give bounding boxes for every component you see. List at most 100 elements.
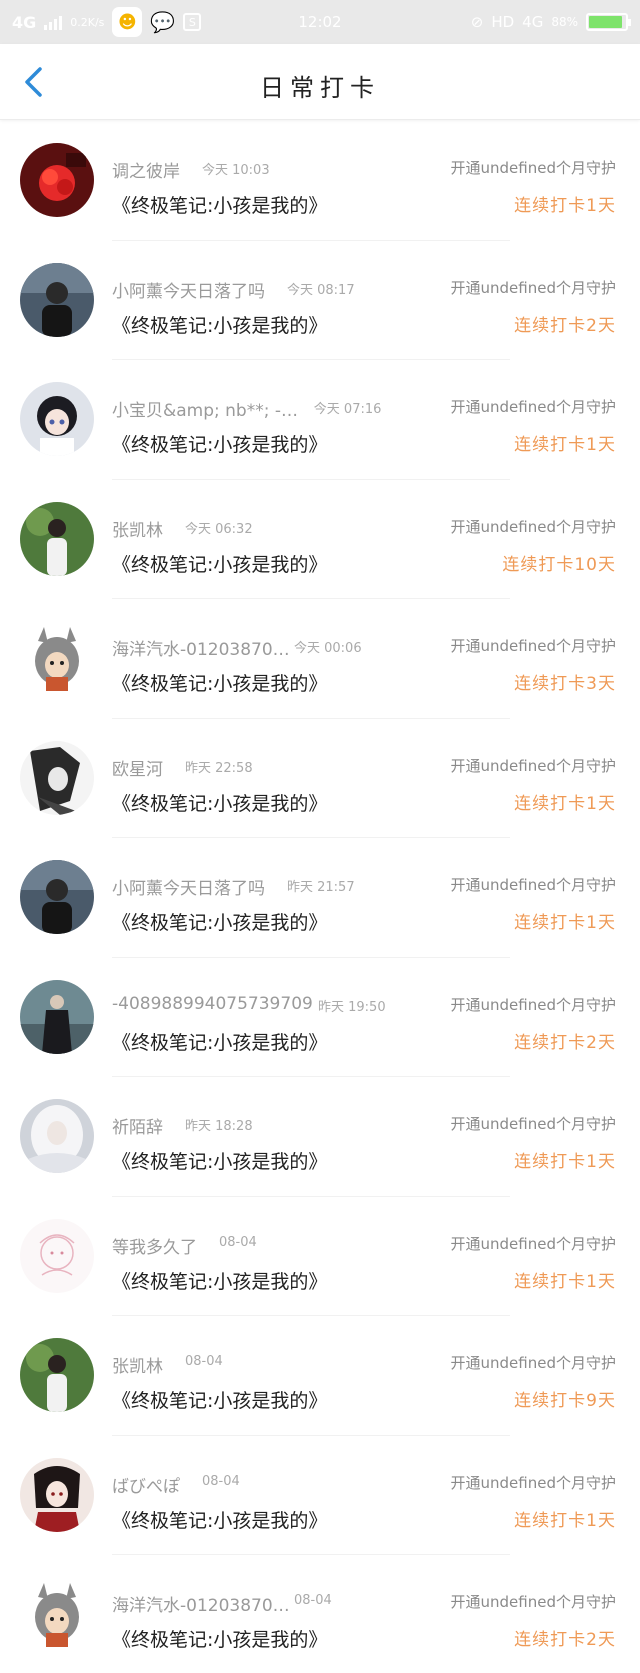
avatar[interactable] (20, 1099, 94, 1173)
avatar[interactable] (20, 860, 94, 934)
hd-indicator: HD (491, 13, 515, 31)
streak-badge: 连续打卡10天 (502, 554, 616, 575)
checkin-time: 08-04 (219, 1234, 257, 1250)
checkin-time: 昨天 19:50 (318, 999, 386, 1015)
checkin-time: 今天 00:06 (294, 641, 362, 656)
checkin-time: 昨天 21:57 (287, 880, 355, 895)
book-title: 《终极笔记:小孩是我的》 (112, 434, 328, 456)
streak-badge: 连续打卡1天 (514, 793, 616, 814)
streak-badge: 连续打卡1天 (514, 1152, 616, 1172)
username[interactable]: 调之彼岸 (112, 157, 180, 182)
app-notification-icon: ☻ (112, 7, 143, 37)
guard-status: 开通undefined个月守护 (450, 1354, 616, 1372)
list-item[interactable]: ばびぺぽ 08-04 《终极笔记:小孩是我的》 开通undefined个月守护 连续打卡… (0, 1436, 640, 1556)
checkin-time: 今天 08:17 (287, 282, 355, 298)
book-title: 《终极笔记:小孩是我的》 (112, 1629, 328, 1651)
avatar[interactable] (20, 1218, 94, 1293)
book-title: 《终极笔记:小孩是我的》 (112, 1390, 328, 1412)
avatar[interactable] (20, 1338, 94, 1412)
username[interactable]: 小阿薰今天日落了吗 (112, 874, 265, 899)
status-bar: 4G 0.2K/s ☻ 💬 S 12:02 ⊘ HD 4G 88% (0, 0, 640, 44)
checkin-time: 今天 10:03 (202, 163, 270, 178)
username[interactable]: 小阿薰今天日落了吗 (112, 277, 265, 302)
avatar[interactable] (20, 621, 94, 695)
checkin-time: 昨天 18:28 (185, 1119, 253, 1134)
book-title: 《终极笔记:小孩是我的》 (112, 792, 328, 815)
network-indicator: 4G (12, 12, 37, 32)
checkin-time: 昨天 22:58 (185, 760, 253, 776)
username[interactable]: ばびぺぽ (112, 1472, 180, 1497)
guard-status: 开通undefined个月守护 (450, 637, 616, 655)
list-item[interactable]: 小宝贝&amp; nb**; -… 今天 07:16 《终极笔记:小孩是我的》 开通u… (0, 360, 640, 480)
streak-badge: 连续打卡2天 (514, 315, 616, 336)
page-title: 日常打卡 (260, 74, 380, 102)
guard-status: 开通undefined个月守护 (450, 1593, 616, 1611)
guard-status: 开通undefined个月守护 (450, 517, 616, 536)
network-indicator-right: 4G (522, 13, 544, 31)
list-item[interactable]: 张凯林 08-04 《终极笔记:小孩是我的》 开通undefined个月守护连续打卡9… (0, 1316, 640, 1436)
wechat-icon: 💬 (150, 10, 176, 34)
username[interactable]: -4089889940757397098 (112, 994, 312, 1014)
book-title: 《终极笔记:小孩是我的》 (112, 314, 328, 337)
battery-icon (586, 13, 631, 31)
streak-badge: 连续打卡1天 (514, 913, 616, 933)
signal-icon (44, 14, 63, 30)
avatar[interactable] (20, 1577, 94, 1651)
book-title: 《终极笔记:小孩是我的》 (112, 1270, 328, 1293)
list-item[interactable]: 小阿薰今天日落了吗 昨天 21:57 《终极笔记:小孩是我的》 开通undefined… (0, 838, 640, 958)
guard-status: 开通undefined个月守护 (450, 995, 616, 1014)
checkin-time: 08-04 (294, 1593, 332, 1608)
streak-badge: 连续打卡9天 (514, 1391, 616, 1411)
list-item[interactable]: 欧星河 昨天 22:58 《终极笔记:小孩是我的》 开通undefined个月守护连续… (0, 719, 640, 839)
username[interactable]: 祈陌辞 (112, 1113, 163, 1138)
book-title: 《终极笔记:小孩是我的》 (112, 1151, 328, 1173)
checkin-time: 今天 07:16 (313, 402, 382, 417)
list-item[interactable]: 小阿薰今天日落了吗 今天 08:17 《终极笔记:小孩是我的》 开通undefined… (0, 241, 640, 361)
list-item[interactable]: 祈陌辞 昨天 18:28 《终极笔记:小孩是我的》 开通undefined个月守护 连续… (0, 1077, 640, 1197)
username[interactable]: 小宝贝&amp; nb**; -… (112, 396, 298, 421)
avatar[interactable] (20, 501, 94, 576)
guard-status: 开通undefined个月守护 (450, 398, 616, 416)
checkin-time: 今天 06:32 (185, 521, 253, 537)
book-title: 《终极笔记:小孩是我的》 (112, 553, 328, 576)
streak-badge: 连续打卡2天 (514, 1032, 616, 1053)
avatar[interactable] (20, 382, 94, 456)
list-item[interactable]: 等我多久了 08-04 《终极笔记:小孩是我的》 开通undefined个月守护 连续打… (0, 1197, 640, 1317)
network-speed: 0.2K/s (70, 15, 105, 29)
checkin-list: 调之彼岸 今天 10:03 《终极笔记:小孩是我的》 开通undefined个月守护连… (0, 121, 640, 1673)
avatar[interactable] (20, 143, 94, 217)
username[interactable]: 张凯林 (112, 516, 163, 541)
checkin-time: 08-04 (202, 1473, 240, 1489)
guard-status: 开通undefined个月守护 (450, 756, 616, 775)
book-title: 《终极笔记:小孩是我的》 (112, 912, 328, 934)
avatar[interactable] (20, 740, 94, 815)
username[interactable]: 海洋汽水-01203870… (112, 1591, 290, 1616)
username[interactable]: 等我多久了 (112, 1233, 197, 1258)
list-item[interactable]: 张凯林 今天 06:32 《终极笔记:小孩是我的》 开通undefined个月守护连续… (0, 480, 640, 600)
guard-status: 开通undefined个月守护 (450, 1234, 616, 1253)
s-app-icon: S (183, 13, 202, 31)
list-item[interactable]: 海洋汽水-01203870… 今天 00:06 《终极笔记:小孩是我的》 开通unde… (0, 599, 640, 719)
list-item[interactable]: -4089889940757397098 昨天 19:50 《终极笔记:小孩是我的》… (0, 958, 640, 1078)
streak-badge: 连续打卡1天 (514, 1510, 616, 1531)
battery-percent: 88% (551, 15, 578, 29)
nav-header: 日常打卡 (0, 44, 640, 120)
book-title: 《终极笔记:小孩是我的》 (112, 673, 328, 695)
streak-badge: 连续打卡1天 (514, 435, 616, 455)
username[interactable]: 欧星河 (112, 755, 163, 780)
username[interactable]: 海洋汽水-01203870… (112, 635, 290, 660)
streak-badge: 连续打卡2天 (514, 1630, 616, 1650)
avatar[interactable] (20, 979, 94, 1054)
avatar[interactable] (20, 1457, 94, 1532)
checkin-time: 08-04 (185, 1354, 223, 1369)
guard-status: 开通undefined个月守护 (450, 278, 616, 297)
list-item[interactable]: 调之彼岸 今天 10:03 《终极笔记:小孩是我的》 开通undefined个月守护连… (0, 121, 640, 241)
mute-icon: ⊘ (470, 13, 484, 31)
streak-badge: 连续打卡3天 (514, 674, 616, 694)
guard-status: 开通undefined个月守护 (450, 159, 616, 177)
avatar[interactable] (20, 262, 94, 337)
list-item[interactable]: 海洋汽水-01203870… 08-04 《终极笔记:小孩是我的》 开通undefin… (0, 1555, 640, 1673)
book-title: 《终极笔记:小孩是我的》 (112, 195, 328, 217)
book-title: 《终极笔记:小孩是我的》 (112, 1509, 328, 1532)
username[interactable]: 张凯林 (112, 1352, 163, 1377)
